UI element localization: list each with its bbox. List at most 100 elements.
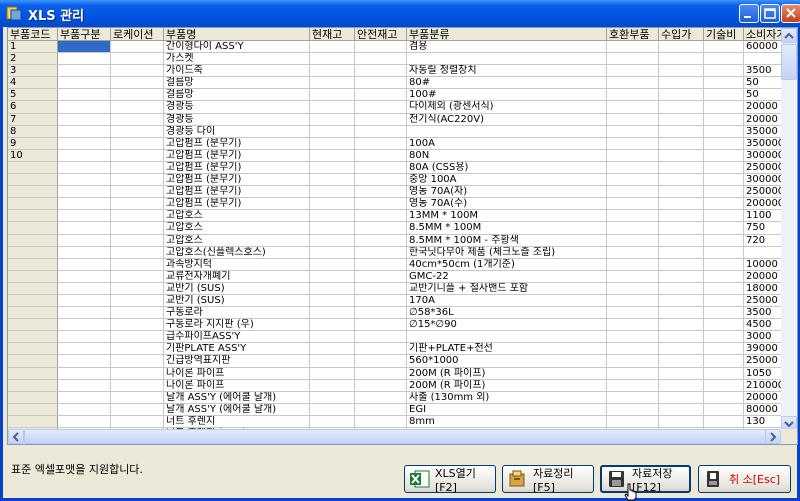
cell-tech[interactable] [704, 53, 744, 66]
cancel-button[interactable]: 취 소[Esc] [698, 465, 791, 493]
cell-code[interactable] [8, 234, 58, 247]
cell-name[interactable]: 고압호스 [164, 210, 310, 223]
cell-compat[interactable] [607, 198, 659, 211]
column-header-stock[interactable]: 현재고 [310, 28, 355, 41]
cell-class[interactable]: 중앙 100A [407, 174, 607, 187]
cell-tech[interactable] [704, 113, 744, 126]
cell-class[interactable]: 전기식(AC220V) [407, 113, 607, 126]
cell-compat[interactable] [607, 403, 659, 416]
cell-loc[interactable] [111, 367, 164, 380]
cell-safe[interactable] [355, 294, 407, 308]
cell-type[interactable] [58, 161, 111, 175]
cell-import[interactable] [659, 186, 704, 199]
cell-name[interactable]: 걸름망 [164, 89, 310, 102]
cell-type[interactable] [58, 113, 111, 126]
cell-name[interactable]: 경광등 다이 [164, 125, 310, 138]
cell-code[interactable] [8, 367, 58, 380]
cell-name[interactable]: 고압펌프 (분무기) [164, 198, 310, 211]
cell-code[interactable] [8, 307, 58, 320]
cell-safe[interactable] [355, 270, 407, 283]
cell-code[interactable] [8, 258, 58, 271]
table-row[interactable]: 1 간이형다이 ASS'Y 겸용 60000 [8, 41, 797, 54]
cell-import[interactable] [659, 89, 704, 102]
cell-name[interactable]: 구동로라 지지판 (우) [164, 319, 310, 332]
table-row[interactable]: 구동로라 ∅58*36L 3500 [8, 307, 797, 320]
vertical-scrollbar[interactable] [781, 28, 797, 431]
cell-code[interactable] [8, 174, 58, 187]
cell-loc[interactable] [111, 149, 164, 162]
cell-name[interactable]: 고압펌프 (분무기) [164, 161, 310, 175]
cell-code[interactable] [8, 282, 58, 295]
cell-name[interactable]: 걸름망 [164, 77, 310, 90]
cell-name[interactable]: 너트 후렌지 [164, 415, 310, 428]
cell-tech[interactable] [704, 65, 744, 78]
cell-class[interactable]: 영농 70A(자) [407, 186, 607, 199]
cell-code[interactable] [8, 319, 58, 332]
cell-compat[interactable] [607, 258, 659, 271]
cell-loc[interactable] [111, 53, 164, 66]
cell-code[interactable] [8, 186, 58, 199]
cell-stock[interactable] [310, 367, 355, 380]
cell-safe[interactable] [355, 331, 407, 344]
cell-import[interactable] [659, 331, 704, 344]
cell-type[interactable] [58, 234, 111, 247]
cell-safe[interactable] [355, 161, 407, 175]
cell-safe[interactable] [355, 113, 407, 126]
cell-class[interactable]: 8.5MM * 100M - 주황색 [407, 234, 607, 247]
cell-compat[interactable] [607, 161, 659, 175]
cell-import[interactable] [659, 53, 704, 66]
cell-compat[interactable] [607, 137, 659, 150]
cell-tech[interactable] [704, 307, 744, 320]
cell-stock[interactable] [310, 89, 355, 102]
cell-loc[interactable] [111, 319, 164, 332]
cell-stock[interactable] [310, 270, 355, 283]
cell-type[interactable] [58, 137, 111, 150]
cell-code[interactable] [8, 415, 58, 428]
table-row[interactable]: 4 걸름망 80# 50 [8, 77, 797, 90]
cell-type[interactable] [58, 149, 111, 162]
column-header-safe[interactable]: 안전재고 [355, 28, 407, 41]
cell-type[interactable] [58, 186, 111, 199]
cell-type[interactable] [58, 41, 111, 54]
cell-tech[interactable] [704, 198, 744, 211]
cell-import[interactable] [659, 343, 704, 356]
table-row[interactable]: 교반기 (SUS) 170A 25000 [8, 294, 797, 308]
cell-code[interactable] [8, 294, 58, 308]
horizontal-scrollbar[interactable] [8, 429, 781, 444]
cell-stock[interactable] [310, 319, 355, 332]
cell-type[interactable] [58, 391, 111, 404]
cell-loc[interactable] [111, 77, 164, 90]
table-row[interactable]: 10 고압펌프 (분무기) 80N 300000 [8, 149, 797, 162]
cell-tech[interactable] [704, 210, 744, 223]
table-row[interactable]: 과속방지턱 40cm*50cm (1개기준) 10000 [8, 258, 797, 271]
cell-import[interactable] [659, 137, 704, 150]
cell-import[interactable] [659, 174, 704, 187]
cell-import[interactable] [659, 319, 704, 332]
cell-stock[interactable] [310, 125, 355, 138]
cell-safe[interactable] [355, 234, 407, 247]
xls-open-button[interactable]: XLS열기[F2] [404, 465, 496, 494]
cell-import[interactable] [659, 113, 704, 126]
cell-class[interactable]: ∅15*∅90 [407, 319, 607, 332]
cell-compat[interactable] [607, 270, 659, 283]
cell-class[interactable]: 40cm*50cm (1개기준) [407, 258, 607, 271]
cell-stock[interactable] [310, 53, 355, 66]
cell-type[interactable] [58, 343, 111, 356]
cell-safe[interactable] [355, 415, 407, 428]
cell-type[interactable] [58, 331, 111, 344]
cell-type[interactable] [58, 415, 111, 428]
table-row[interactable]: 고압펌프 (분무기) 영농 70A(수) 200000 [8, 198, 797, 211]
cell-name[interactable]: 고압펌프 (분무기) [164, 186, 310, 199]
cell-type[interactable] [58, 355, 111, 368]
cell-name[interactable]: 구동로라 [164, 307, 310, 320]
table-row[interactable]: 6 경광등 다이제외 (광센서식) 20000 [8, 101, 797, 114]
cell-tech[interactable] [704, 343, 744, 356]
cell-import[interactable] [659, 307, 704, 320]
scroll-up-button[interactable] [781, 28, 797, 43]
cell-name[interactable]: 날개 ASS'Y (에어쿨 날개) [164, 391, 310, 404]
cell-compat[interactable] [607, 379, 659, 392]
cell-compat[interactable] [607, 101, 659, 114]
cell-safe[interactable] [355, 319, 407, 332]
column-header-tech[interactable]: 기술비 [704, 28, 744, 41]
cell-import[interactable] [659, 77, 704, 90]
